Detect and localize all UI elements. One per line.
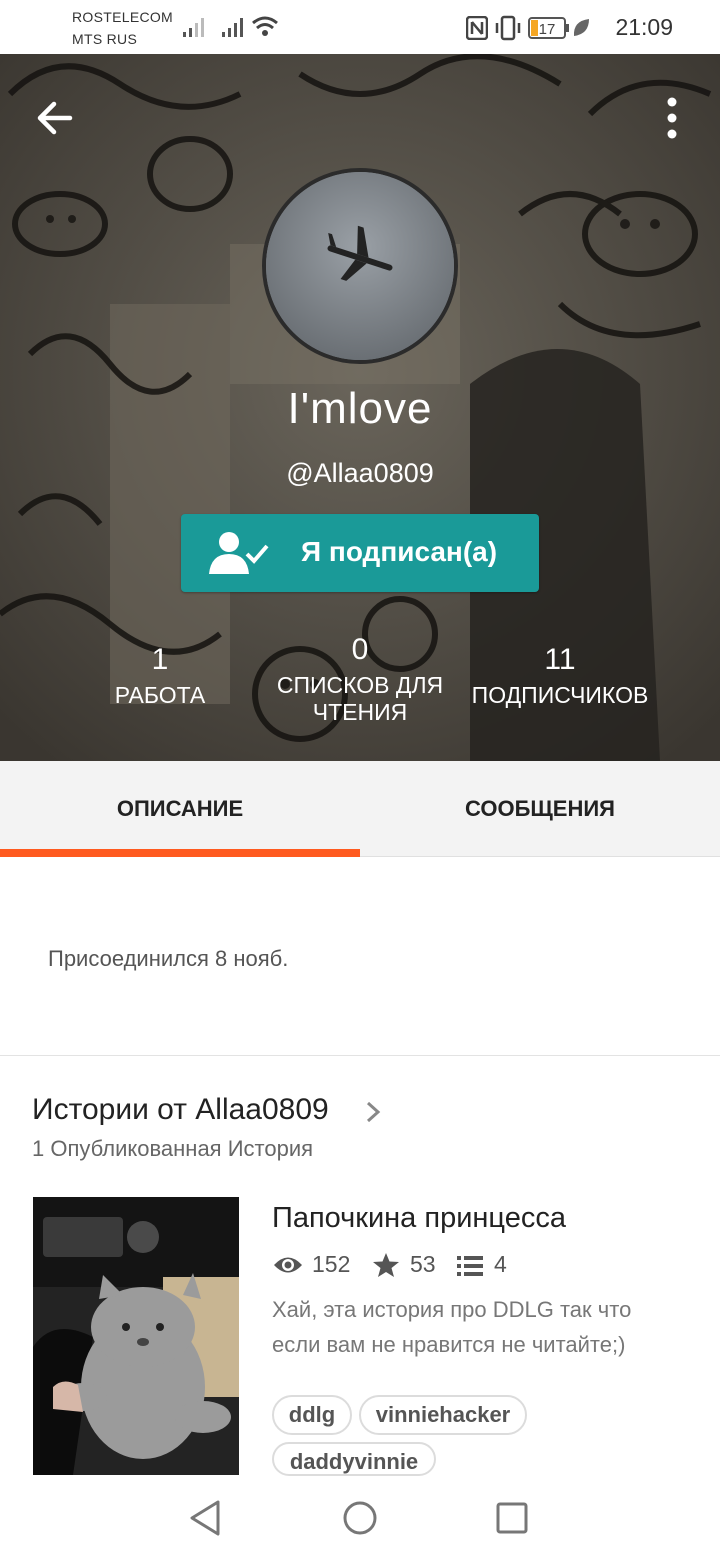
vibrate-icon [495,15,521,41]
tag-chip[interactable]: ddlg [272,1395,352,1435]
profile-tabs: ОПИСАНИЕ СООБЩЕНИЯ [0,761,720,857]
story-cover[interactable] [33,1197,239,1475]
profile-header: I'mlove @Allaa0809 Я подписан(а) 1 РАБОТ… [0,54,720,761]
back-button[interactable] [30,92,82,144]
tab-messages[interactable]: СООБЩЕНИЯ [360,761,720,857]
leaf-icon [573,19,589,36]
display-name: I'mlove [287,384,433,433]
nav-back-icon[interactable] [182,1494,230,1542]
carrier-primary: ROSTELECOM [72,9,174,25]
stat-followers-value: 11 [544,643,576,676]
tab-about[interactable]: ОПИСАНИЕ [0,761,360,857]
stories-section-title[interactable]: Истории от Allaa0809 [32,1093,329,1127]
eye-icon [274,1257,302,1273]
system-nav-bar [0,1476,720,1560]
stat-followers-label: ПОДПИСЧИКОВ [471,682,649,708]
tag-chip[interactable]: vinniehacker [359,1395,527,1435]
published-stories-count: 1 Опубликованная История [32,1136,314,1161]
story-title[interactable]: Папочкина принцесса [272,1202,566,1235]
story-description: Хай, эта история про DDLG так что если в… [272,1297,632,1357]
tag-chip[interactable]: daddyvinnie [272,1442,436,1476]
person-check-icon [209,532,269,574]
battery-level: 17 [539,21,556,38]
joined-date: Присоединился 8 нояб. [48,946,289,971]
signal-2-icon [222,18,243,37]
wifi-icon [252,16,278,36]
stat-followers[interactable]: 11 ПОДПИСЧИКОВ [460,644,660,709]
stat-works[interactable]: 1 РАБОТА [100,644,220,709]
star-icon [373,1253,399,1277]
stat-works-label: РАБОТА [114,682,206,708]
list-icon [457,1256,483,1276]
nav-home-icon[interactable] [336,1494,384,1542]
clock: 21:09 [615,14,673,40]
stat-reading-lists[interactable]: 0 СПИСКОВ ДЛЯ ЧТЕНИЯ [265,634,455,726]
avatar[interactable] [262,168,458,364]
following-button[interactable]: Я подписан(а) [181,514,539,592]
stat-reading-lists-value: 0 [351,633,369,666]
following-label: Я подписан(а) [301,536,498,567]
stat-reading-lists-label: СПИСКОВ ДЛЯ ЧТЕНИЯ [276,672,444,725]
more-options-icon[interactable] [652,90,692,146]
stat-works-value: 1 [151,643,169,676]
chevron-right-icon[interactable] [362,1098,384,1126]
story-votes: 53 [410,1251,436,1277]
story-reads: 152 [312,1251,351,1277]
carrier-secondary: MTS RUS [72,31,138,47]
nfc-icon [466,16,488,40]
active-tab-indicator [0,849,360,857]
airplane-photo [266,172,454,360]
nav-recents-icon[interactable] [488,1494,536,1542]
status-bar: ROSTELECOM MTS RUS 17 21:09 [0,0,720,54]
story-cover-image [33,1197,239,1475]
story-parts: 4 [494,1251,507,1277]
username: @Allaa0809 [286,458,434,488]
section-divider [0,1055,720,1056]
signal-1-icon [183,18,204,37]
battery-icon: 17 [528,17,569,39]
